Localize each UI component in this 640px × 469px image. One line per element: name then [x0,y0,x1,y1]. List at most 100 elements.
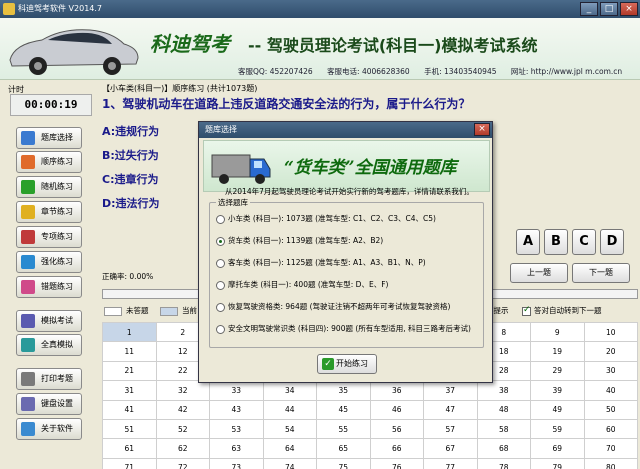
question-cell[interactable]: 45 [316,399,371,420]
question-cell[interactable]: 38 [476,380,531,401]
bank-option-4[interactable]: 恢复驾驶资格类: 964题 (驾驶证注销不超两年可考试恢复驾驶资格) [216,301,450,312]
question-cell[interactable]: 62 [155,438,210,459]
bank-option-1[interactable]: 货车类 (科目一): 1139题 (准驾车型: A2、B2) [216,235,383,246]
question-cell[interactable]: 42 [155,399,210,420]
question-cell[interactable]: 58 [476,418,531,440]
bank-option-0[interactable]: 小车类 (科目一): 1073题 (准驾车型: C1、C2、C3、C4、C5) [216,213,436,224]
close-button[interactable]: × [620,2,638,16]
question-cell[interactable]: 50 [583,399,638,420]
question-cell[interactable]: 64 [262,438,317,459]
question-cell[interactable]: 44 [262,399,317,420]
sidebar-item-9[interactable]: 打印考题 [16,368,82,390]
question-cell[interactable]: 67 [423,438,478,459]
bank-option-5[interactable]: 安全文明驾驶常识类 (科目四): 900题 (所有车型适用, 科目三路考后考试) [216,323,471,334]
minimize-button[interactable]: _ [580,2,598,16]
bank-option-2[interactable]: 客车类 (科目一): 1125题 (准驾车型: A1、A3、B1、N、P) [216,257,426,268]
sidebar-item-6[interactable]: 错题练习 [16,276,82,298]
question-cell[interactable]: 37 [423,380,478,401]
question-cell[interactable]: 41 [102,399,157,420]
question-cell[interactable]: 48 [476,399,531,420]
answer-b-button[interactable]: B [544,229,568,255]
question-cell[interactable]: 34 [262,380,317,401]
start-practice-button[interactable]: ✓ 开始练习 [317,354,377,374]
sidebar-item-4[interactable]: 专项练习 [16,226,82,248]
question-cell[interactable]: 78 [476,457,531,469]
bank-option-3[interactable]: 摩托车类 (科目一): 400题 (准驾车型: D、E、F) [216,279,388,290]
question-cell[interactable]: 71 [102,457,157,469]
question-cell[interactable]: 32 [155,380,210,401]
option-b[interactable]: B:过失行为 [102,147,159,163]
question-cell[interactable]: 56 [369,418,424,440]
checkbox-box[interactable] [522,305,531,316]
question-cell[interactable]: 11 [102,341,157,362]
contact-site[interactable]: 网址: http://www.jpl m.com.cn [511,67,622,76]
question-cell[interactable]: 52 [155,418,210,440]
question-cell[interactable]: 20 [583,341,638,362]
question-cell[interactable]: 59 [530,418,585,440]
question-cell[interactable]: 70 [583,438,638,459]
sidebar-item-8[interactable]: 全真模拟 [16,334,82,356]
question-cell[interactable]: 54 [262,418,317,440]
radio-button[interactable] [216,258,225,268]
sidebar-item-1[interactable]: 顺序练习 [16,151,82,173]
question-cell[interactable]: 73 [209,457,264,469]
question-cell[interactable]: 53 [209,418,264,440]
question-cell[interactable]: 10 [583,321,638,343]
question-cell[interactable]: 63 [209,438,264,459]
question-cell[interactable]: 31 [102,380,157,401]
maximize-button[interactable]: □ [600,2,618,16]
sidebar-item-3[interactable]: 章节练习 [16,201,82,223]
radio-button[interactable] [216,214,225,224]
question-cell[interactable]: 51 [102,418,157,440]
option-c[interactable]: C:违章行为 [102,171,158,187]
question-cell[interactable]: 76 [369,457,424,469]
radio-button[interactable] [216,302,225,312]
question-cell[interactable]: 35 [316,380,371,401]
question-cell[interactable]: 69 [530,438,585,459]
question-cell[interactable]: 80 [583,457,638,469]
option-a[interactable]: A:违规行为 [102,123,159,139]
question-cell[interactable]: 39 [530,380,585,401]
question-cell[interactable]: 29 [530,360,585,382]
dialog-close-button[interactable]: × [474,123,490,136]
question-cell[interactable]: 68 [476,438,531,459]
radio-button[interactable] [216,280,225,290]
question-cell[interactable]: 9 [530,321,585,343]
question-cell[interactable]: 57 [423,418,478,440]
question-cell[interactable]: 40 [583,380,638,401]
answer-a-button[interactable]: A [516,229,540,255]
radio-button[interactable] [216,324,225,334]
question-cell[interactable]: 77 [423,457,478,469]
auto-next-checkbox[interactable]: 答对自动转到下一题 [522,305,602,316]
question-cell[interactable]: 65 [316,438,371,459]
question-cell[interactable]: 74 [262,457,317,469]
question-cell[interactable]: 21 [102,360,157,382]
sidebar-item-10[interactable]: 键盘设置 [16,393,82,415]
question-cell[interactable]: 46 [369,399,424,420]
question-cell[interactable]: 55 [316,418,371,440]
question-cell[interactable]: 36 [369,380,424,401]
answer-c-button[interactable]: C [572,229,596,255]
question-cell[interactable]: 79 [530,457,585,469]
sidebar-item-5[interactable]: 强化练习 [16,251,82,273]
question-cell[interactable]: 30 [583,360,638,382]
question-cell[interactable]: 49 [530,399,585,420]
radio-button[interactable] [216,236,225,246]
answer-d-button[interactable]: D [600,229,624,255]
sidebar-item-11[interactable]: 关于软件 [16,418,82,440]
question-cell[interactable]: 60 [583,418,638,440]
question-cell[interactable]: 72 [155,457,210,469]
sidebar-item-0[interactable]: 题库选择 [16,127,82,149]
question-cell[interactable]: 47 [423,399,478,420]
sidebar-item-7[interactable]: 模拟考试 [16,310,82,332]
question-cell[interactable]: 66 [369,438,424,459]
sidebar-item-2[interactable]: 随机练习 [16,176,82,198]
question-cell[interactable]: 19 [530,341,585,362]
question-cell[interactable]: 1 [102,321,157,343]
question-cell[interactable]: 61 [102,438,157,459]
next-question-button[interactable]: 下一题 [572,263,630,283]
question-cell[interactable]: 33 [209,380,264,401]
question-cell[interactable]: 43 [209,399,264,420]
option-d[interactable]: D:违法行为 [102,195,160,211]
prev-question-button[interactable]: 上一题 [510,263,568,283]
